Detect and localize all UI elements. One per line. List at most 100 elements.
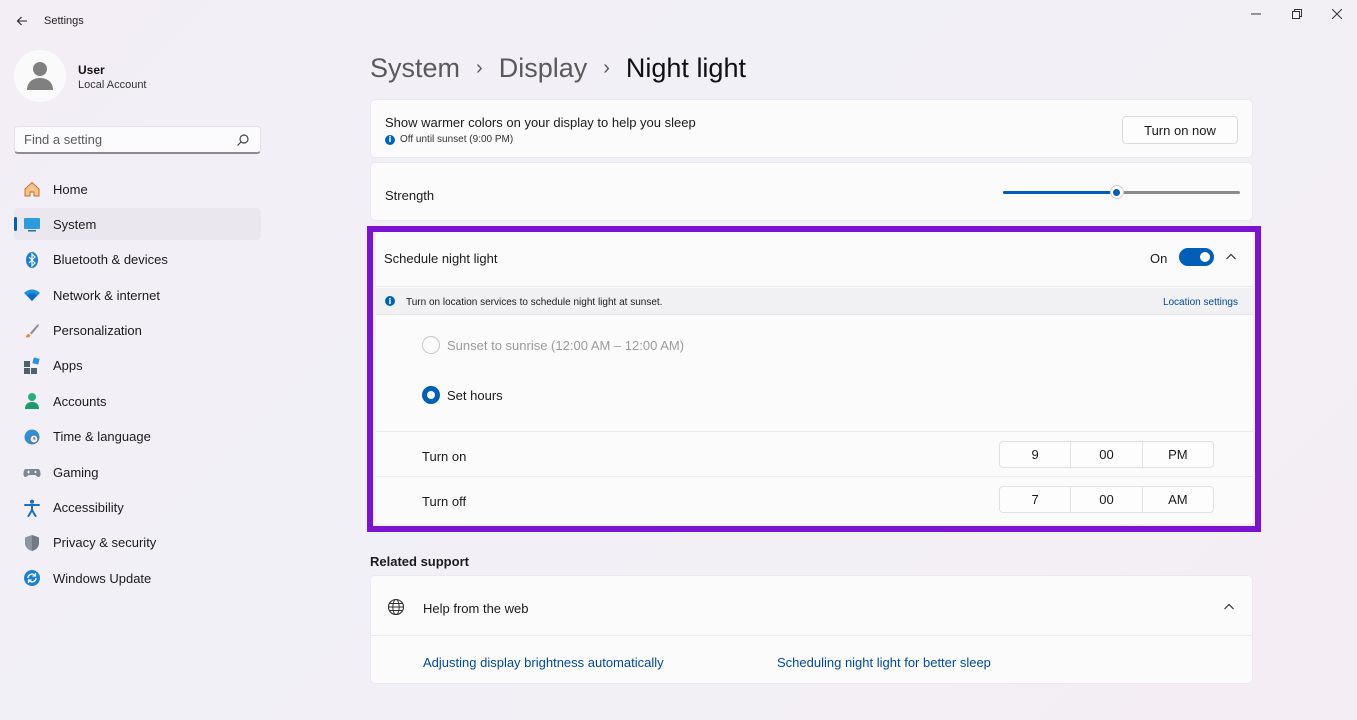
chevron-right-icon: › (476, 56, 483, 79)
slider-thumb[interactable] (1109, 185, 1124, 199)
radio-button-unchecked[interactable] (422, 336, 440, 354)
help-link-night-light[interactable]: Scheduling night light for better sleep (777, 655, 991, 670)
breadcrumb: System › Display › Night light (370, 48, 746, 88)
sidebar-item-bluetooth[interactable]: Bluetooth & devices (14, 244, 261, 276)
sidebar-item-label: Network & internet (53, 287, 160, 303)
sidebar-item-label: Home (53, 181, 88, 197)
schedule-header[interactable]: Schedule night light On (376, 232, 1253, 287)
sidebar-item-personalization[interactable]: Personalization (14, 315, 261, 347)
location-notice: Turn on location services to schedule ni… (406, 297, 663, 308)
related-support-heading: Related support (370, 554, 469, 569)
accounts-icon (23, 392, 41, 410)
user-name: User (78, 63, 105, 77)
radio-button-checked[interactable] (422, 386, 440, 404)
location-settings-link[interactable]: Location settings (1163, 297, 1238, 308)
minimize-button[interactable] (1236, 4, 1276, 24)
app-title: Settings (44, 15, 84, 27)
night-light-status: i Off until sunset (9:00 PM) (385, 134, 513, 145)
restore-icon (1292, 9, 1302, 19)
turn-on-now-button[interactable]: Turn on now (1122, 116, 1238, 144)
schedule-toggle[interactable] (1179, 248, 1214, 266)
brush-icon (23, 322, 41, 340)
title-bar: Settings (0, 0, 1357, 42)
apps-icon (23, 357, 41, 375)
sidebar-item-accounts[interactable]: Accounts (14, 385, 261, 417)
sidebar-item-accessibility[interactable]: Accessibility (14, 492, 261, 524)
avatar (14, 50, 66, 102)
help-header[interactable]: Help from the web (371, 576, 1252, 636)
turn-on-time-picker[interactable]: 9 00 PM (999, 441, 1214, 468)
sidebar-item-label: Time & language (53, 429, 151, 445)
breadcrumb-display[interactable]: Display (499, 53, 588, 84)
search-input[interactable] (15, 127, 225, 151)
turn-off-row: Turn off 7 00 AM (376, 476, 1253, 521)
toggle-state-label: On (1150, 251, 1168, 266)
chevron-right-icon: › (603, 56, 610, 79)
minimize-icon (1251, 13, 1261, 15)
sidebar-item-label: System (53, 216, 97, 232)
back-button[interactable] (10, 10, 34, 32)
gamepad-icon (23, 463, 41, 481)
page-title: Night light (625, 52, 746, 83)
close-icon (1332, 9, 1342, 19)
radio-sunset-to-sunrise[interactable]: Sunset to sunrise (12:00 AM – 12:00 AM) (422, 336, 684, 354)
sidebar-item-privacy[interactable]: Privacy & security (14, 527, 261, 559)
night-light-card: Show warmer colors on your display to he… (370, 99, 1253, 158)
location-notice-bar: i Turn on location services to schedule … (376, 288, 1253, 315)
globe-clock-icon (23, 428, 41, 446)
close-button[interactable] (1317, 4, 1357, 24)
sidebar-nav: Home System Bluetooth & devices Network … (14, 173, 261, 598)
hour-field[interactable]: 7 (1000, 487, 1072, 512)
minute-field[interactable]: 00 (1071, 487, 1143, 512)
sidebar-item-label: Apps (53, 358, 83, 374)
search-icon[interactable] (236, 133, 250, 147)
turn-on-label: Turn on (422, 449, 467, 464)
wifi-icon (23, 286, 41, 304)
sidebar-item-windows-update[interactable]: Windows Update (14, 562, 261, 594)
turn-off-time-picker[interactable]: 7 00 AM (999, 486, 1214, 513)
user-icon (27, 62, 53, 90)
accessibility-icon (23, 499, 41, 517)
night-light-description: Show warmer colors on your display to he… (385, 115, 696, 130)
bluetooth-icon (23, 251, 41, 269)
help-title: Help from the web (423, 601, 529, 616)
chevron-up-icon[interactable] (1222, 600, 1236, 614)
schedule-night-light-section: Schedule night light On i Turn on locati… (376, 232, 1253, 524)
sidebar-item-gaming[interactable]: Gaming (14, 456, 261, 488)
slider-fill (1003, 191, 1117, 194)
shield-icon (23, 534, 41, 552)
info-icon: i (385, 134, 395, 145)
sidebar-item-time-language[interactable]: Time & language (14, 421, 261, 453)
strength-slider[interactable] (1003, 185, 1240, 199)
turn-on-row: Turn on 9 00 PM (376, 431, 1253, 476)
globe-icon (387, 598, 405, 616)
sidebar-item-label: Personalization (53, 323, 142, 339)
radio-label: Sunset to sunrise (12:00 AM – 12:00 AM) (447, 337, 685, 353)
info-icon: i (385, 296, 395, 306)
restore-button[interactable] (1277, 4, 1317, 24)
back-arrow-icon (16, 16, 27, 26)
sidebar-item-system[interactable]: System (14, 208, 261, 241)
status-text: Off until sunset (9:00 PM) (400, 134, 514, 145)
user-profile[interactable]: User Local Account (14, 50, 264, 104)
period-field[interactable]: AM (1143, 487, 1213, 512)
sidebar-item-label: Windows Update (53, 570, 152, 586)
sidebar-item-home[interactable]: Home (14, 173, 261, 205)
chevron-up-icon[interactable] (1224, 250, 1238, 264)
sidebar-item-label: Gaming (53, 464, 99, 480)
sidebar-item-apps[interactable]: Apps (14, 350, 261, 382)
breadcrumb-system[interactable]: System (370, 53, 460, 84)
minute-field[interactable]: 00 (1071, 442, 1143, 467)
strength-label: Strength (385, 188, 435, 203)
turn-off-label: Turn off (422, 494, 467, 509)
system-icon (23, 215, 41, 233)
help-link-brightness[interactable]: Adjusting display brightness automatical… (423, 655, 664, 670)
sidebar-item-label: Privacy & security (53, 535, 157, 551)
radio-set-hours[interactable]: Set hours (422, 386, 503, 404)
help-from-web-card: Help from the web Adjusting display brig… (370, 575, 1253, 684)
radio-label: Set hours (447, 387, 503, 403)
sidebar-item-network[interactable]: Network & internet (14, 279, 261, 311)
hour-field[interactable]: 9 (1000, 442, 1072, 467)
period-field[interactable]: PM (1143, 442, 1213, 467)
sidebar-item-label: Bluetooth & devices (53, 252, 168, 268)
